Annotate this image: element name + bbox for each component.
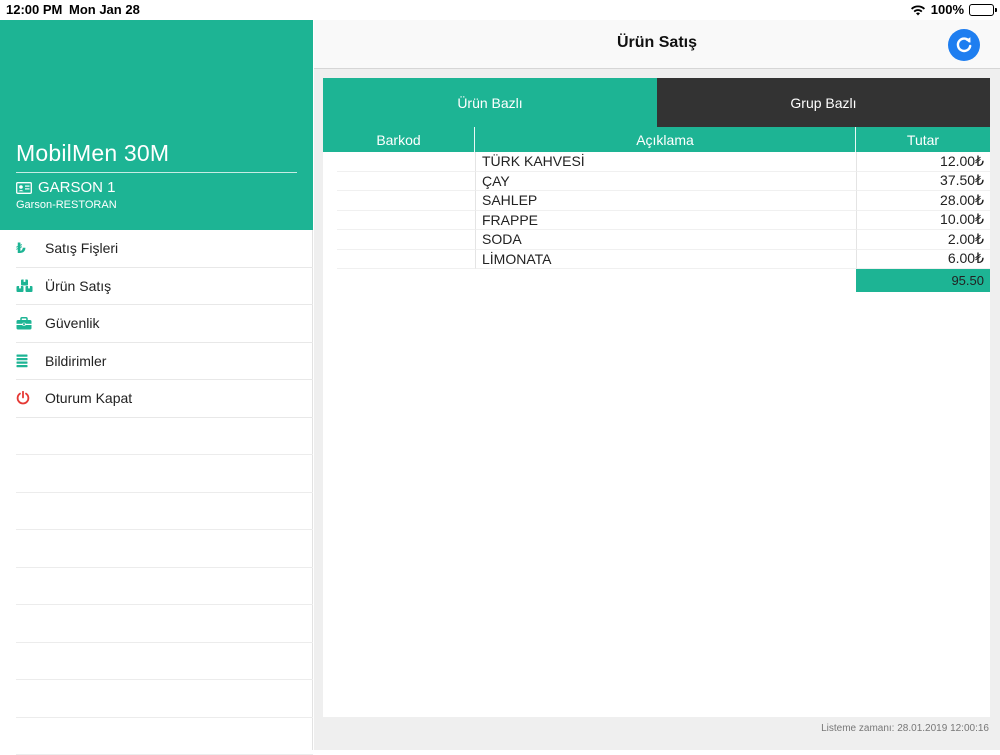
cell-aciklama: ÇAY — [475, 172, 856, 192]
cell-tutar: 6.00₺ — [856, 250, 990, 270]
sidebar-item-urun-satis[interactable]: Ürün Satış — [16, 268, 313, 306]
cell-tutar: 10.00₺ — [856, 211, 990, 231]
refresh-button[interactable] — [948, 29, 980, 61]
cell-aciklama: LİMONATA — [475, 250, 856, 270]
cell-tutar: 37.50₺ — [856, 172, 990, 192]
sidebar-item-guvenlik[interactable]: Güvenlik — [16, 305, 313, 343]
refresh-icon — [954, 35, 974, 55]
cell-aciklama: FRAPPE — [475, 211, 856, 231]
sidebar: MobilMen 30M GARSON 1 Garson-RESTORAN ₺ … — [0, 0, 313, 750]
page-title: Ürün Satış — [314, 34, 1000, 52]
header-divider — [16, 172, 297, 173]
power-icon — [16, 391, 45, 405]
total-row: 95.50 — [323, 269, 990, 292]
cell-aciklama: SAHLEP — [475, 191, 856, 211]
sidebar-menu: ₺ Satış Fişleri Ürün Satış — [16, 230, 313, 755]
status-date: Mon Jan 28 — [69, 2, 140, 17]
sidebar-item-label: Bildirimler — [45, 353, 106, 369]
sidebar-empty-row — [16, 493, 313, 531]
cell-tutar: 28.00₺ — [856, 191, 990, 211]
sidebar-empty-row — [16, 643, 313, 681]
list-icon — [16, 354, 45, 368]
navbar: Ürün Satış — [314, 20, 1000, 69]
sidebar-item-oturum-kapat[interactable]: Oturum Kapat — [16, 380, 313, 418]
tab-urun-bazli[interactable]: Ürün Bazlı — [323, 78, 657, 127]
cell-barkod — [337, 152, 475, 172]
column-header-tutar: Tutar — [856, 127, 990, 152]
sidebar-empty-row — [16, 418, 313, 456]
status-bar: 12:00 PM Mon Jan 28 100% — [0, 0, 1000, 20]
sidebar-header: MobilMen 30M GARSON 1 Garson-RESTORAN — [0, 20, 313, 230]
battery-icon — [969, 4, 994, 16]
battery-percent: 100% — [931, 2, 964, 17]
wifi-icon — [910, 4, 926, 16]
briefcase-icon — [16, 317, 45, 330]
sidebar-item-bildirimler[interactable]: Bildirimler — [16, 343, 313, 381]
cell-barkod — [337, 230, 475, 250]
cell-barkod — [337, 172, 475, 192]
status-time: 12:00 PM — [6, 2, 62, 17]
table-row[interactable]: SAHLEP 28.00₺ — [323, 191, 990, 211]
app-title: MobilMen 30M — [16, 140, 169, 167]
column-header-barkod: Barkod — [323, 127, 475, 152]
sidebar-empty-row — [16, 568, 313, 606]
sidebar-item-label: Oturum Kapat — [45, 390, 132, 406]
table-header: Barkod Açıklama Tutar — [323, 127, 990, 152]
table-row[interactable]: SODA 2.00₺ — [323, 230, 990, 250]
sidebar-item-label: Satış Fişleri — [45, 240, 118, 256]
lira-icon: ₺ — [16, 240, 45, 257]
sidebar-empty-row — [16, 455, 313, 493]
sidebar-empty-row — [16, 530, 313, 568]
content-panel: Ürün Bazlı Grup Bazlı Barkod Açıklama Tu… — [323, 78, 990, 717]
user-name: GARSON 1 — [38, 179, 116, 196]
cell-barkod — [337, 191, 475, 211]
id-card-icon — [16, 182, 32, 194]
cell-aciklama: SODA — [475, 230, 856, 250]
tab-grup-bazli[interactable]: Grup Bazlı — [657, 78, 990, 127]
sidebar-item-label: Ürün Satış — [45, 278, 111, 294]
cell-tutar: 12.00₺ — [856, 152, 990, 172]
sidebar-item-satis-fisleri[interactable]: ₺ Satış Fişleri — [16, 230, 313, 268]
sidebar-empty-row — [16, 605, 313, 643]
sidebar-empty-row — [16, 680, 313, 718]
user-line: GARSON 1 — [16, 179, 116, 196]
boxes-icon — [16, 279, 45, 293]
table-body: TÜRK KAHVESİ 12.00₺ ÇAY 37.50₺ SAHLEP 28… — [323, 152, 990, 292]
status-right: 100% — [910, 2, 994, 17]
sidebar-empty-row — [16, 718, 313, 755]
cell-barkod — [337, 211, 475, 231]
sidebar-item-label: Güvenlik — [45, 315, 99, 331]
cell-tutar: 2.00₺ — [856, 230, 990, 250]
table-row[interactable]: FRAPPE 10.00₺ — [323, 211, 990, 231]
cell-barkod — [337, 250, 475, 270]
table-row[interactable]: TÜRK KAHVESİ 12.00₺ — [323, 152, 990, 172]
column-header-aciklama: Açıklama — [475, 127, 856, 152]
cell-aciklama: TÜRK KAHVESİ — [475, 152, 856, 172]
total-amount: 95.50 — [856, 269, 990, 292]
segmented-control: Ürün Bazlı Grup Bazlı — [323, 78, 990, 127]
main-area: Ürün Satış Ürün Bazlı Grup Bazlı Barkod … — [314, 20, 1000, 750]
list-timestamp: Listeme zamanı: 28.01.2019 12:00:16 — [821, 723, 989, 734]
table-row[interactable]: LİMONATA 6.00₺ — [323, 250, 990, 270]
user-role: Garson-RESTORAN — [16, 199, 117, 211]
table-row[interactable]: ÇAY 37.50₺ — [323, 172, 990, 192]
